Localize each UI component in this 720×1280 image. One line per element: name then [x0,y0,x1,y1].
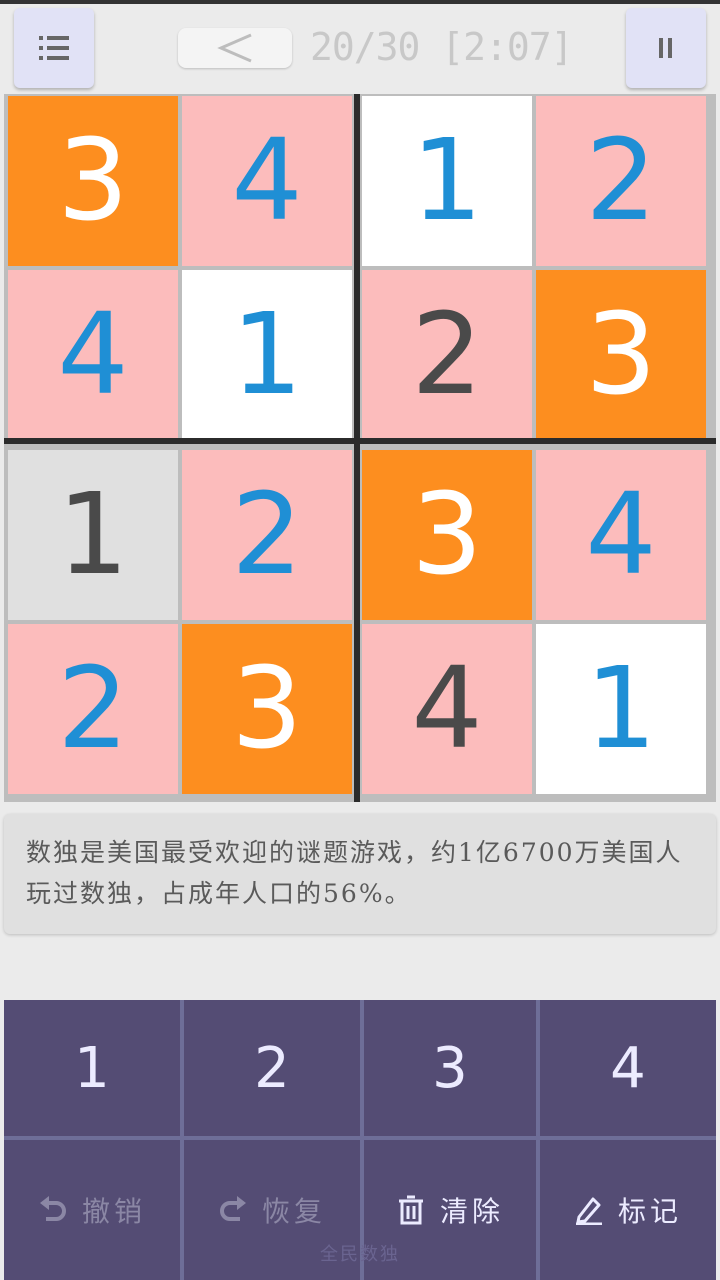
board-cell-r4c3[interactable]: 4 [362,624,532,794]
trash-icon [396,1195,426,1225]
number-key-3[interactable]: 3 [364,1000,536,1136]
progress-timer: 20/30 [2:07] [310,25,574,69]
board-cell-r3c2[interactable]: 2 [182,450,352,620]
board-cell-r3c4[interactable]: 4 [536,450,706,620]
mark-label: 标记 [617,1195,682,1228]
clear-label: 清除 [439,1195,504,1228]
undo-label: 撤销 [81,1195,146,1228]
board-cell-r4c1[interactable]: 2 [8,624,178,794]
menu-list-icon [39,36,69,60]
menu-button[interactable] [14,8,94,88]
back-button[interactable] [178,28,292,68]
board-cell-r3c3[interactable]: 3 [362,450,532,620]
pause-button[interactable] [626,8,706,88]
board-cell-r1c1[interactable]: 3 [8,96,178,266]
number-key-4[interactable]: 4 [540,1000,716,1136]
board-cell-r1c2[interactable]: 4 [182,96,352,266]
redo-icon [218,1195,248,1225]
number-key-2[interactable]: 2 [184,1000,360,1136]
redo-label: 恢复 [261,1195,326,1228]
sudoku-board: 1432432132142143 [4,94,716,802]
board-cell-r2c2[interactable]: 1 [182,270,352,440]
board-cell-r4c4[interactable]: 1 [536,624,706,794]
board-cell-r4c2[interactable]: 3 [182,624,352,794]
sudoku-fact: 数独是美国最受欢迎的谜题游戏，约1亿6700万美国人玩过数独，占成年人口的56%… [4,814,716,934]
keypad: 1 2 3 4 撤销 恢复 清除 标记 [4,1000,716,1280]
pause-icon [659,38,672,58]
board-cell-r1c3[interactable]: 1 [362,96,532,266]
chevron-left-icon [217,33,252,63]
board-cell-r2c4[interactable]: 3 [536,270,706,440]
pencil-icon [574,1195,604,1225]
box-divider-vertical [354,94,360,802]
undo-icon [38,1195,68,1225]
board-cell-r1c4[interactable]: 2 [536,96,706,266]
app-name: 全民数独 [320,1244,400,1265]
board-cell-r2c3[interactable]: 2 [362,270,532,440]
box-divider-horizontal [4,438,716,444]
board-cell-r2c1[interactable]: 4 [8,270,178,440]
status-strip [0,0,720,4]
number-key-1[interactable]: 1 [4,1000,180,1136]
board-cell-r3c1[interactable]: 1 [8,450,178,620]
